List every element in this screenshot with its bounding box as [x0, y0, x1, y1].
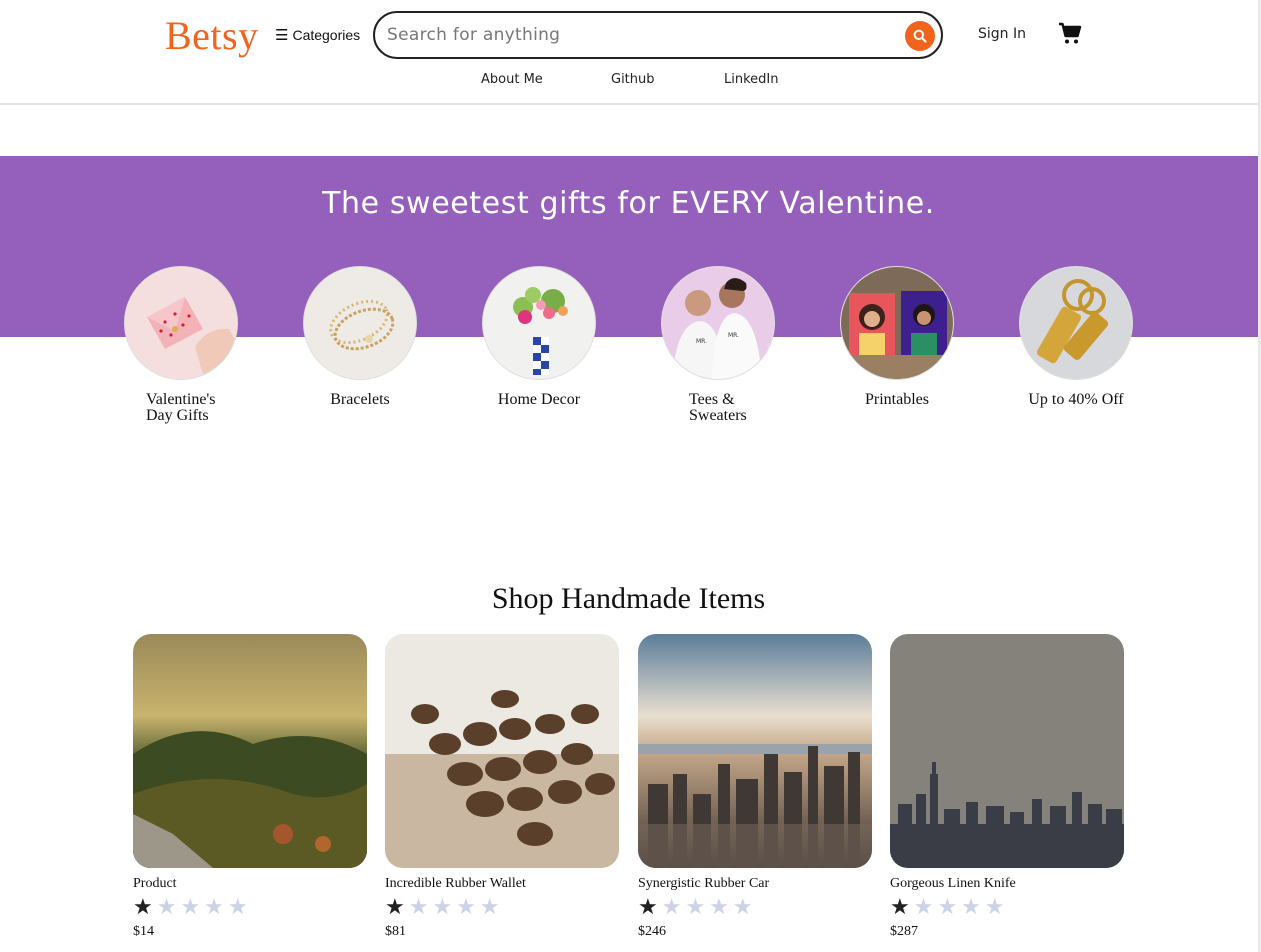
category-valentines-day-gifts[interactable]: Valentine's Day Gifts — [124, 266, 238, 424]
svg-text:MR.: MR. — [728, 332, 739, 339]
rating-stars: ★★★★★ — [133, 894, 252, 919]
sign-in-link[interactable]: Sign In — [978, 26, 1026, 42]
category-label: Home Decor — [497, 391, 581, 408]
product-image[interactable] — [638, 634, 872, 868]
product-image[interactable] — [890, 634, 1124, 868]
product-price: $287 — [890, 924, 918, 939]
category-printables[interactable]: Printables — [840, 266, 954, 408]
search-button[interactable] — [905, 21, 935, 51]
menu-icon: ☰ — [275, 27, 289, 44]
cart-icon[interactable] — [1058, 22, 1082, 46]
categories-label: Categories — [292, 27, 361, 43]
category-bracelets[interactable]: Bracelets — [303, 266, 417, 408]
category-label: Tees & Sweaters — [689, 391, 747, 424]
category-tees-sweaters[interactable]: MR. MR. Tees & Sweaters — [661, 266, 775, 424]
search-bar — [373, 11, 943, 59]
site-logo[interactable]: Betsy — [165, 12, 259, 59]
nav-linkedin[interactable]: LinkedIn — [724, 72, 778, 87]
product-price: $81 — [385, 924, 406, 939]
category-home-decor[interactable]: Home Decor — [482, 266, 596, 408]
search-icon — [913, 29, 927, 43]
category-label: Bracelets — [330, 391, 390, 408]
category-label: Printables — [865, 391, 929, 408]
product-card[interactable]: Incredible Rubber Wallet ★★★★★ $81 — [385, 634, 619, 940]
product-image[interactable] — [385, 634, 619, 868]
category-image — [482, 266, 596, 380]
category-image — [840, 266, 954, 380]
svg-text:MR.: MR. — [696, 338, 707, 345]
categories-button[interactable]: ☰ Categories — [275, 26, 360, 44]
product-card[interactable]: Gorgeous Linen Knife ★★★★★ $287 — [890, 634, 1124, 940]
shop-section-title: Shop Handmade Items — [491, 582, 766, 615]
category-image — [124, 266, 238, 380]
category-image — [303, 266, 417, 380]
rating-stars: ★★★★★ — [385, 894, 504, 919]
product-name[interactable]: Gorgeous Linen Knife — [890, 876, 1124, 892]
rating-stars: ★★★★★ — [890, 894, 1009, 919]
product-image[interactable] — [133, 634, 367, 868]
product-name[interactable]: Product — [133, 876, 367, 892]
product-price: $246 — [638, 924, 666, 939]
category-label: Valentine's Day Gifts — [146, 391, 216, 424]
site-header: Betsy ☰ Categories Sign In About Me Gith… — [0, 0, 1261, 105]
product-card[interactable]: Product ★★★★★ $14 — [133, 634, 367, 940]
banner-title: The sweetest gifts for EVERY Valentine. — [322, 186, 935, 221]
category-image — [1019, 266, 1133, 380]
nav-github[interactable]: Github — [611, 72, 655, 87]
product-card[interactable]: Synergistic Rubber Car ★★★★★ $246 — [638, 634, 872, 940]
category-image: MR. MR. — [661, 266, 775, 380]
rating-stars: ★★★★★ — [638, 894, 757, 919]
category-label: Up to 40% Off — [1028, 391, 1124, 408]
product-price: $14 — [133, 924, 154, 939]
nav-about-me[interactable]: About Me — [481, 72, 543, 87]
product-name[interactable]: Synergistic Rubber Car — [638, 876, 872, 892]
product-name[interactable]: Incredible Rubber Wallet — [385, 876, 619, 892]
category-up-to-40-off[interactable]: Up to 40% Off — [1019, 266, 1133, 408]
search-input[interactable] — [387, 21, 897, 49]
